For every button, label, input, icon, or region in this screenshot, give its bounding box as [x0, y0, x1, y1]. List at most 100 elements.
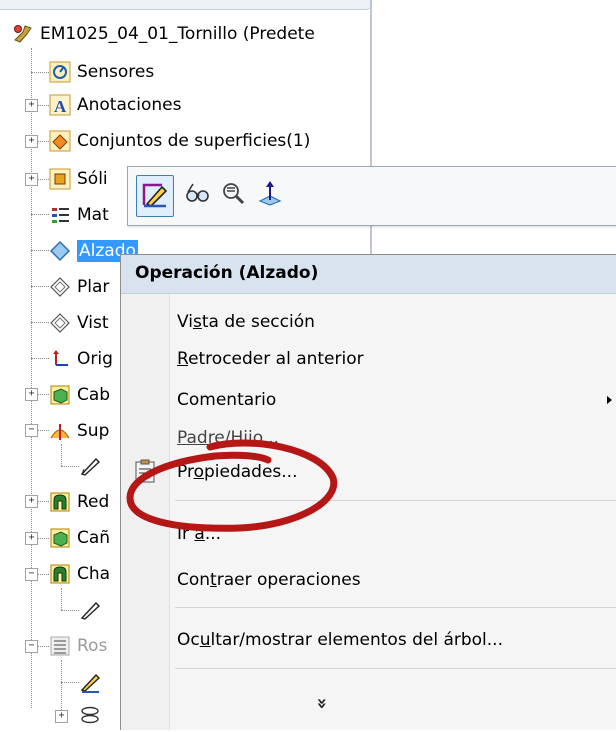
tree-item-origen[interactable]: Orig: [49, 343, 113, 375]
tree-connector: [38, 179, 49, 180]
tree-connector: [61, 588, 62, 610]
menu-text: Comentario: [177, 390, 277, 410]
edit-sketch-button[interactable]: [136, 175, 174, 217]
expand-toggle[interactable]: +: [25, 532, 38, 545]
collapse-toggle[interactable]: −: [25, 424, 38, 437]
menu-accelerator: s: [192, 312, 202, 332]
tree-item-sketch[interactable]: [79, 594, 107, 626]
menu-text: etroceder al anterior: [188, 349, 364, 369]
expand-toggle[interactable]: +: [25, 173, 38, 186]
collapse-toggle[interactable]: −: [25, 568, 38, 581]
tree-item-sensores[interactable]: Sensores: [49, 56, 154, 88]
menu-text: ta de sección: [201, 312, 315, 332]
menu-icon-gutter: [121, 255, 170, 730]
panel-top-edge: [0, 0, 372, 10]
tree-item-chaflan[interactable]: Cha: [49, 558, 110, 590]
tree-connector: [38, 394, 49, 395]
expand-toggle[interactable]: +: [25, 495, 38, 508]
tree-item-anotaciones[interactable]: A Anotaciones: [49, 89, 181, 121]
tree-item-label: Sup: [77, 421, 110, 441]
menu-text: ltar/mostrar elementos del árbol...: [210, 630, 503, 650]
expand-toggle[interactable]: +: [25, 99, 38, 112]
sketch-icon: [79, 455, 101, 477]
tree-connector: [31, 322, 49, 323]
tree-connector: [31, 250, 49, 251]
menu-header: Operación (Alzado): [121, 255, 616, 294]
annotation-icon: A: [49, 94, 71, 116]
menu-item-contraer[interactable]: Contraer operaciones: [177, 565, 361, 595]
submenu-arrow-icon: [607, 396, 612, 404]
tree-root-label: EM1025_04_01_Tornillo (Predete: [40, 24, 315, 44]
origin-icon: [49, 348, 71, 370]
menu-text: Oc: [177, 630, 200, 650]
menu-expand-chevron[interactable]: »: [311, 698, 332, 710]
solid-bodies-icon: [49, 168, 71, 190]
tree-connector: [31, 286, 49, 287]
menu-text: Con: [177, 570, 211, 590]
menu-item-vista-seccion[interactable]: Vista de sección: [177, 307, 315, 337]
edit-sketch-icon: [140, 179, 170, 214]
tree-item-cana[interactable]: Cañ: [49, 522, 110, 554]
tree-item-conjuntos[interactable]: Conjuntos de superficies(1): [49, 125, 310, 157]
menu-text: Padre/Hijo...: [177, 428, 280, 448]
menu-text: Vi: [177, 312, 193, 332]
tree-connector: [61, 610, 79, 611]
fillet-icon: [49, 491, 71, 513]
menu-item-ocultar-mostrar[interactable]: Ocultar/mostrar elementos del árbol...: [177, 625, 503, 655]
menu-separator: [175, 500, 616, 501]
tree-connector: [61, 682, 79, 683]
tree-item-solidos[interactable]: Sóli: [49, 163, 108, 195]
expand-toggle[interactable]: +: [25, 388, 38, 401]
menu-text: ...: [204, 524, 222, 544]
tree-connector: [38, 538, 49, 539]
tree-connector: [38, 141, 49, 142]
tree-item-label: Cha: [77, 564, 111, 584]
tree-item-sketch[interactable]: [79, 450, 107, 482]
extrude-feature-icon: [49, 527, 71, 549]
menu-item-retroceder[interactable]: Retroceder al anterior: [177, 344, 364, 374]
normal-to-button[interactable]: [252, 175, 288, 215]
menu-item-ir-a[interactable]: Ir a...: [177, 519, 221, 549]
tree-connector: [61, 660, 62, 710]
tree-connector: [38, 430, 49, 431]
menu-item-comentario[interactable]: Comentario: [177, 385, 276, 415]
sketch-icon: [79, 599, 101, 621]
context-menu: Operación (Alzado) Vista de sección Retr…: [120, 254, 616, 730]
tree-item-label: Anotaciones: [77, 95, 182, 115]
tree-item-sketch[interactable]: [79, 666, 107, 698]
helix-icon: [79, 705, 101, 727]
collapse-toggle[interactable]: −: [25, 640, 38, 653]
svg-text:A: A: [54, 97, 67, 116]
tree-item-superficie[interactable]: Sup: [49, 415, 109, 447]
plane-icon: [49, 240, 71, 262]
tree-item-label: Mat: [77, 205, 109, 225]
tree-item-cabeza[interactable]: Cab: [49, 379, 110, 411]
tree-connector: [31, 214, 49, 215]
tree-item-rosca[interactable]: Ros: [49, 630, 107, 662]
tree-item-redondeo[interactable]: Red: [49, 486, 109, 518]
menu-item-padre-hijo[interactable]: Padre/Hijo...: [177, 423, 279, 453]
zoom-selection-icon: [220, 179, 248, 212]
properties-icon: [133, 458, 159, 484]
expand-toggle[interactable]: +: [55, 710, 68, 723]
plane-outline-icon: [49, 276, 71, 298]
tree-item-label: Cañ: [77, 528, 111, 548]
menu-text: raer operaciones: [216, 570, 361, 590]
zoom-selection-button[interactable]: [216, 175, 252, 215]
menu-item-propiedades[interactable]: Propiedades...: [177, 457, 297, 487]
view-button[interactable]: [180, 175, 216, 215]
tree-item-helix[interactable]: [79, 700, 107, 732]
menu-separator: [175, 607, 616, 608]
menu-text: Ir: [177, 524, 195, 544]
tree-item-label: Vist: [77, 313, 109, 333]
view-glasses-icon: [184, 179, 212, 212]
tree-item-planta[interactable]: Plar: [49, 271, 109, 303]
tree-item-label: Sensores: [77, 62, 155, 82]
tree-item-vista[interactable]: Vist: [49, 307, 109, 339]
expand-toggle[interactable]: +: [25, 135, 38, 148]
tree-root-part[interactable]: EM1025_04_01_Tornillo (Predete: [12, 18, 315, 50]
tree-item-label: Ros: [77, 636, 108, 656]
menu-accelerator: t: [210, 570, 217, 590]
tree-item-material[interactable]: Mat: [49, 199, 109, 231]
menu-accelerator: a: [194, 524, 205, 544]
